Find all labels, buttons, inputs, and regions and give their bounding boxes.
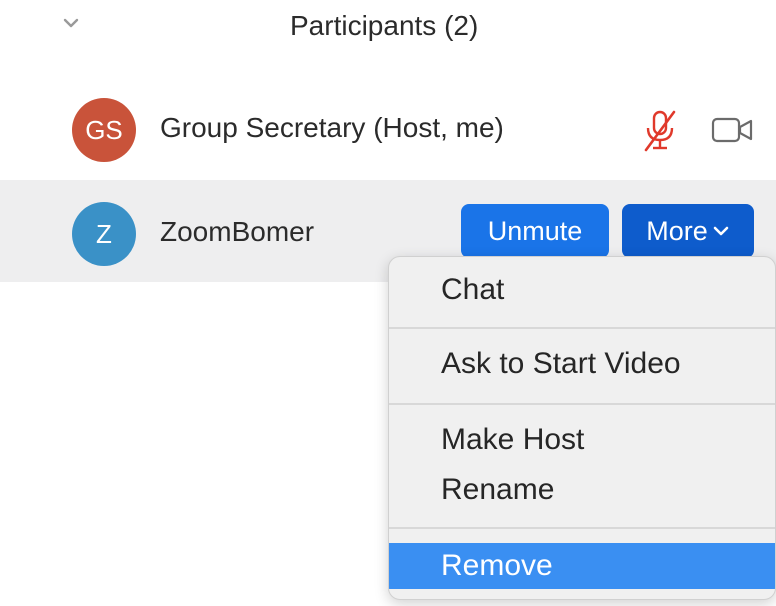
video-camera-icon[interactable]	[710, 114, 754, 146]
menu-item-ask-to-start-video[interactable]: Ask to Start Video	[389, 341, 775, 387]
avatar: GS	[72, 98, 136, 162]
menu-divider	[389, 327, 775, 329]
collapse-button[interactable]	[56, 8, 86, 38]
menu-item-chat[interactable]: Chat	[389, 267, 775, 313]
unmute-button[interactable]: Unmute	[461, 204, 609, 258]
more-label: More	[646, 215, 708, 246]
participant-name: ZoomBomer	[160, 216, 315, 247]
menu-item-remove[interactable]: Remove	[389, 543, 775, 589]
more-dropdown-menu: Chat Ask to Start Video Make Host Rename…	[388, 256, 776, 600]
chevron-down-icon	[712, 225, 730, 237]
chevron-down-icon	[63, 18, 79, 28]
menu-divider	[389, 403, 775, 405]
panel-title: Participants (2)	[290, 10, 479, 41]
participant-name: Group Secretary (Host, me)	[160, 112, 504, 143]
microphone-muted-icon[interactable]	[640, 108, 680, 152]
menu-divider	[389, 527, 775, 529]
menu-item-make-host[interactable]: Make Host	[389, 417, 775, 463]
participants-panel: Participants (2) GS Group Secretary (Hos…	[0, 0, 776, 606]
participant-row-host[interactable]: GS Group Secretary (Host, me)	[0, 80, 776, 180]
panel-header: Participants (2)	[0, 0, 776, 56]
menu-item-rename[interactable]: Rename	[389, 467, 775, 513]
avatar: Z	[72, 202, 136, 266]
more-button[interactable]: More	[622, 204, 754, 258]
unmute-label: Unmute	[487, 215, 583, 246]
